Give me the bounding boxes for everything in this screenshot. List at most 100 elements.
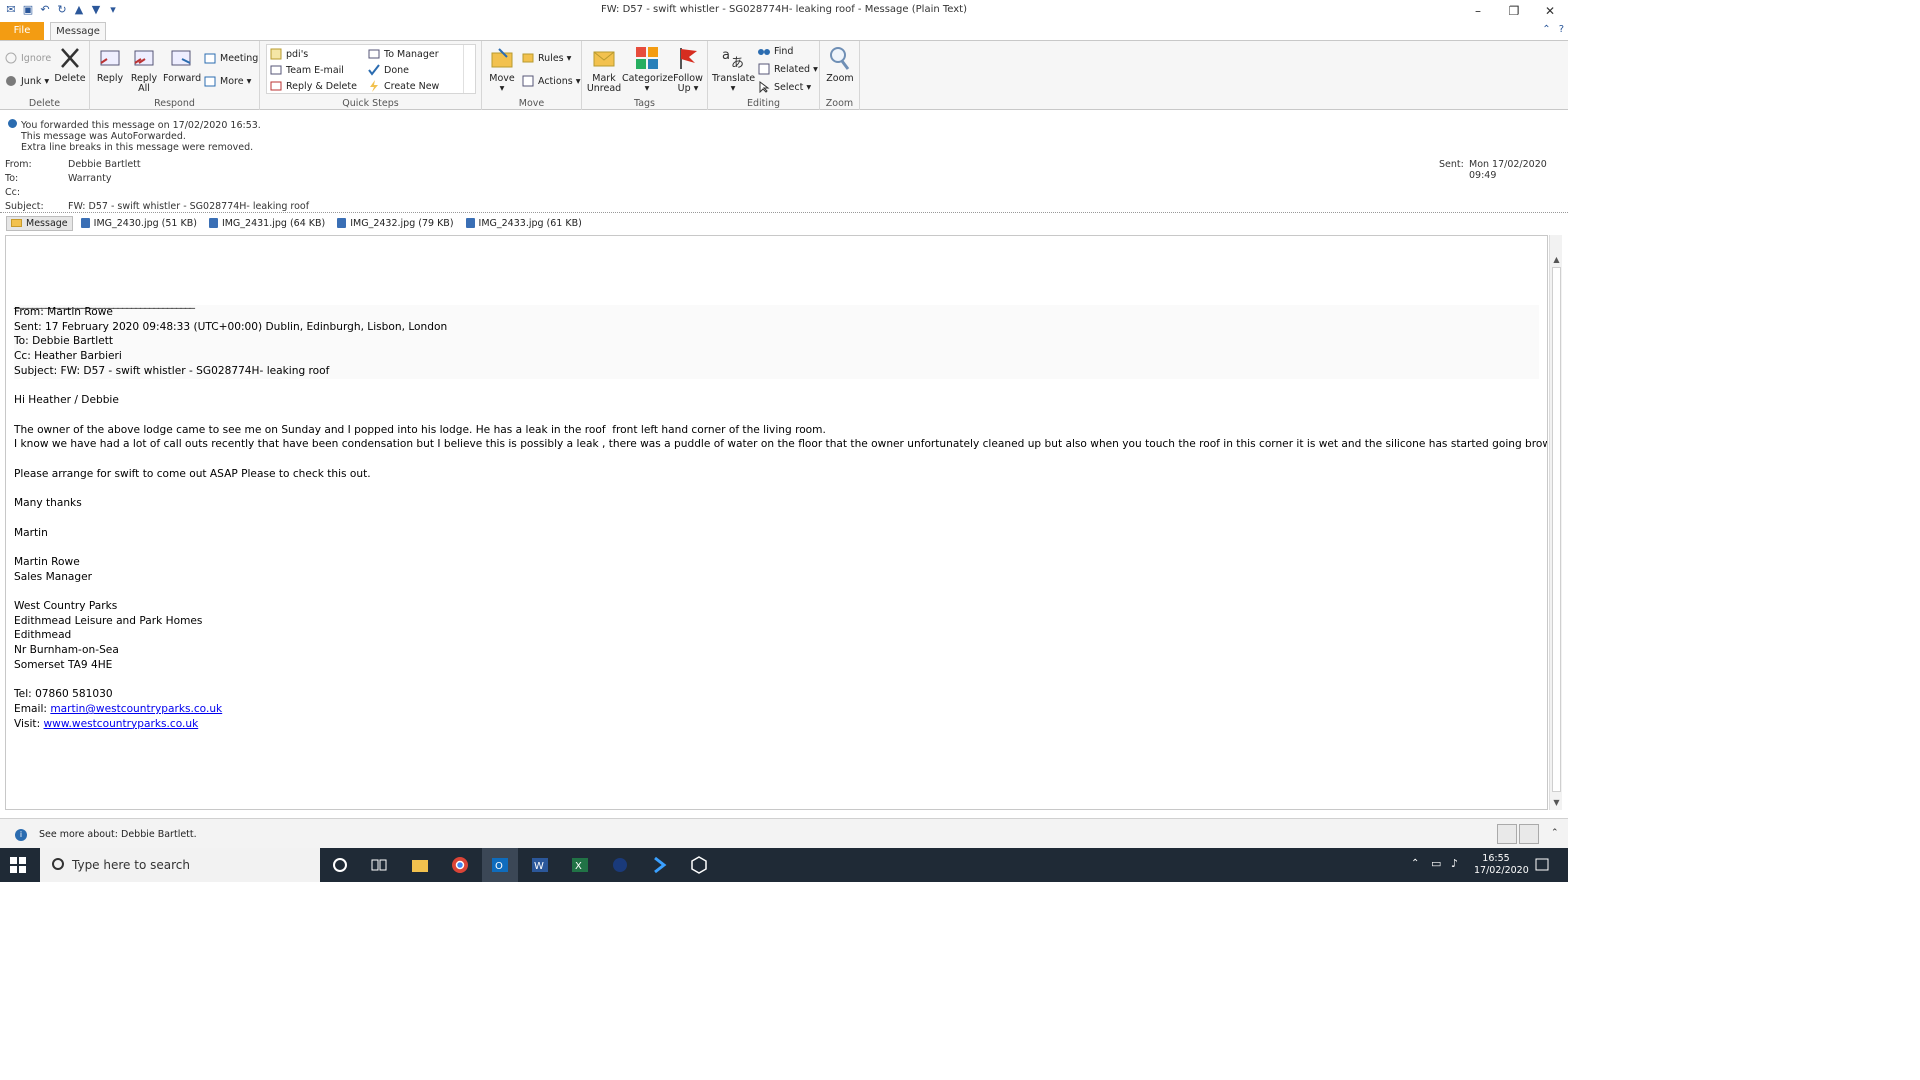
quicksteps-gallery: pdi's Team E-mail Reply & Delete To Mana… xyxy=(266,44,476,94)
cortana-icon[interactable] xyxy=(330,855,350,875)
reply-all-button[interactable]: Reply All xyxy=(129,45,159,94)
chevron-app-icon[interactable] xyxy=(650,855,670,875)
close-button[interactable]: ✕ xyxy=(1532,0,1568,22)
rules-label: Rules xyxy=(538,52,564,64)
word-icon[interactable]: W xyxy=(530,855,550,875)
categorize-button[interactable]: Categorize ▾ xyxy=(622,45,673,94)
quicksteps-group: pdi's Team E-mail Reply & Delete To Mana… xyxy=(260,41,482,110)
network-icon[interactable]: ▭ xyxy=(1431,857,1441,870)
tray-chevron-icon[interactable]: ⌃ xyxy=(1411,858,1419,869)
from-label: From: xyxy=(5,159,32,170)
website-link[interactable]: www.westcountryparks.co.uk xyxy=(44,718,199,730)
task-view-icon[interactable] xyxy=(369,855,389,875)
taskbar-clock[interactable]: 16:55 17/02/2020 xyxy=(1474,853,1529,877)
related-button[interactable]: Related ▾ xyxy=(758,63,818,75)
move-button[interactable]: Move ▾ xyxy=(486,45,518,94)
restore-button[interactable]: ❐ xyxy=(1496,0,1532,22)
svg-text:あ: あ xyxy=(731,56,744,71)
editing-group-label: Editing xyxy=(746,98,781,109)
zoom-button[interactable]: Zoom xyxy=(824,45,856,84)
infobar-line[interactable]: You forwarded this message on 17/02/2020… xyxy=(21,120,261,131)
move-group-label: Move xyxy=(518,98,545,109)
infobar-line[interactable]: Extra line breaks in this message were r… xyxy=(21,142,253,153)
quickstep-pdis[interactable]: pdi's xyxy=(270,48,308,60)
meeting-button[interactable]: Meeting xyxy=(204,52,258,64)
tab-file[interactable]: File xyxy=(0,22,44,40)
excel-icon[interactable]: X xyxy=(570,855,590,875)
follow-up-button[interactable]: Follow Up ▾ xyxy=(672,45,704,94)
windows-start-icon[interactable] xyxy=(10,857,26,873)
reply-button[interactable]: Reply xyxy=(95,45,125,84)
reply-all-label-2: All xyxy=(138,83,150,94)
signature-name: Martin Rowe xyxy=(14,555,80,568)
cube-app-icon[interactable] xyxy=(689,855,709,875)
attachment-item[interactable]: IMG_2430.jpg (51 KB) xyxy=(77,217,201,230)
team-email-icon xyxy=(270,65,282,75)
more-button[interactable]: More ▾ xyxy=(204,75,251,87)
rules-button[interactable]: Rules ▾ xyxy=(522,52,571,64)
volume-icon[interactable]: ♪ xyxy=(1451,857,1458,870)
zoom-group-label: Zoom xyxy=(825,98,854,109)
actions-button[interactable]: Actions ▾ xyxy=(522,75,581,87)
scroll-thumb[interactable] xyxy=(1552,267,1561,792)
attachment-item[interactable]: IMG_2431.jpg (64 KB) xyxy=(205,217,329,230)
expand-people-pane-icon[interactable]: ⌃ xyxy=(1551,828,1559,838)
attachment-item[interactable]: IMG_2432.jpg (79 KB) xyxy=(333,217,457,230)
sent-value: Mon 17/02/2020 09:49 xyxy=(1469,159,1547,181)
infobar-line[interactable]: This message was AutoForwarded. xyxy=(21,131,186,142)
collapse-ribbon-icon[interactable]: ⌃ xyxy=(1542,24,1550,35)
from-value[interactable]: Debbie Bartlett xyxy=(68,159,141,170)
tags-group: Mark Unread Categorize ▾ Follow Up ▾ Tags xyxy=(582,41,708,110)
quickstep-label: To Manager xyxy=(384,48,439,60)
ribbon-tabs: File Message ⌃ ? xyxy=(0,22,1568,40)
avatar[interactable] xyxy=(1497,824,1517,844)
quickstep-to-manager[interactable]: To Manager xyxy=(368,48,439,60)
quicksteps-scroll[interactable] xyxy=(463,45,475,93)
minimize-button[interactable]: – xyxy=(1460,0,1496,22)
taskbar-search[interactable]: Type here to search xyxy=(40,848,320,882)
people-pane-text[interactable]: See more about: Debbie Bartlett. xyxy=(39,829,197,840)
outlook-icon[interactable]: O xyxy=(490,855,510,875)
checkmark-icon xyxy=(368,64,380,76)
to-value[interactable]: Warranty xyxy=(68,173,111,184)
delete-button[interactable]: Delete xyxy=(54,45,86,84)
quickstep-create-new[interactable]: Create New xyxy=(368,80,439,92)
junk-button[interactable]: Junk ▾ xyxy=(5,75,49,87)
visit-label: Visit: xyxy=(14,717,44,730)
tags-group-label: Tags xyxy=(633,98,656,109)
vertical-scrollbar[interactable]: ▲ ▼ xyxy=(1549,235,1562,810)
email-link[interactable]: martin@westcountryparks.co.uk xyxy=(50,703,222,715)
attachment-item[interactable]: IMG_2433.jpg (61 KB) xyxy=(462,217,586,230)
notifications-icon[interactable] xyxy=(1532,855,1552,875)
translate-button[interactable]: aあ Translate ▾ xyxy=(712,45,755,94)
paragraph: The owner of the above lodge came to see… xyxy=(14,423,826,436)
avatar[interactable] xyxy=(1519,824,1539,844)
quickstep-reply-delete[interactable]: Reply & Delete xyxy=(270,80,357,92)
quickstep-done[interactable]: Done xyxy=(368,64,409,76)
file-explorer-icon[interactable] xyxy=(410,855,430,875)
quickstep-label: Reply & Delete xyxy=(286,80,357,92)
tab-message[interactable]: Message xyxy=(50,22,106,40)
mark-unread-button[interactable]: Mark Unread xyxy=(586,45,622,94)
find-label: Find xyxy=(774,45,794,57)
message-text: From: Martin Rowe Sent: 17 February 2020 … xyxy=(14,305,1547,731)
ignore-icon xyxy=(5,52,17,64)
scroll-up-arrow-icon[interactable]: ▲ xyxy=(1551,255,1562,265)
forward-button[interactable]: Forward xyxy=(163,45,201,84)
clock-time: 16:55 xyxy=(1482,853,1510,864)
select-button[interactable]: Select ▾ xyxy=(758,81,811,93)
find-button[interactable]: Find xyxy=(758,45,793,57)
help-icon[interactable]: ? xyxy=(1559,24,1564,35)
binoculars-icon xyxy=(758,49,770,55)
attachment-label: IMG_2431.jpg (64 KB) xyxy=(221,217,326,229)
quickstep-team-email[interactable]: Team E-mail xyxy=(270,64,344,76)
message-tab[interactable]: Message xyxy=(6,215,73,231)
scroll-down-arrow-icon[interactable]: ▼ xyxy=(1551,798,1562,808)
header-divider xyxy=(0,212,1568,213)
app-icon[interactable] xyxy=(610,855,630,875)
delete-group: Ignore Junk ▾ Delete Delete xyxy=(0,41,90,110)
reply-label: Reply xyxy=(96,73,124,84)
chrome-icon[interactable] xyxy=(450,855,470,875)
message-body[interactable]: ________________________________________… xyxy=(5,235,1548,810)
ignore-button[interactable]: Ignore xyxy=(5,52,51,64)
